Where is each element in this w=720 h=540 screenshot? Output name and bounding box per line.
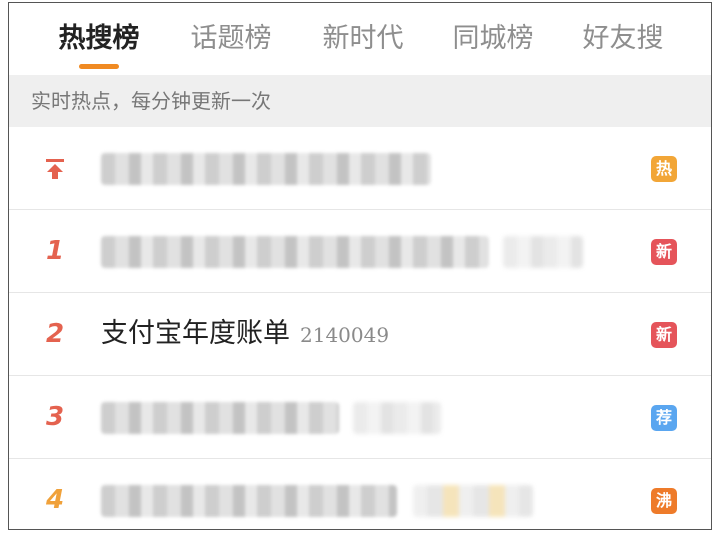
list-item[interactable]: 4 沸	[9, 459, 711, 529]
hot-search-panel: 热搜榜 话题榜 新时代 同城榜 好友搜 实时热点，每分钟更新一次 热 1 新 2…	[8, 2, 712, 530]
blurred-count	[413, 485, 533, 517]
item-title-line: 支付宝年度账单 2140049	[101, 293, 389, 375]
blurred-count	[503, 236, 583, 268]
tab-topics[interactable]: 话题榜	[171, 3, 291, 75]
tab-bar: 热搜榜 话题榜 新时代 同城榜 好友搜	[9, 3, 711, 75]
active-tab-indicator	[79, 64, 119, 69]
tab-label: 热搜榜	[58, 23, 140, 54]
blurred-title	[101, 485, 397, 517]
update-info-bar: 实时热点，每分钟更新一次	[9, 75, 711, 127]
tab-friends[interactable]: 好友搜	[563, 3, 683, 75]
pin-top-icon	[46, 159, 64, 179]
recommended-badge: 荐	[651, 405, 677, 431]
rank-number: 1	[45, 236, 65, 266]
rank-number: 3	[45, 402, 65, 432]
list-item-pinned[interactable]: 热	[9, 127, 711, 210]
blurred-title	[101, 153, 431, 185]
tab-hot-search[interactable]: 热搜榜	[39, 3, 159, 75]
tab-label: 新时代	[322, 23, 404, 54]
blurred-count	[353, 402, 441, 434]
new-badge: 新	[651, 322, 677, 348]
item-title: 支付宝年度账单	[101, 318, 290, 349]
rank-number: 4	[45, 485, 65, 515]
tab-label: 话题榜	[190, 23, 272, 54]
tab-label: 好友搜	[582, 23, 664, 54]
tab-new-era[interactable]: 新时代	[303, 3, 423, 75]
boiling-badge: 沸	[651, 488, 677, 514]
new-badge: 新	[651, 239, 677, 265]
search-count: 2140049	[300, 323, 390, 347]
rank-number: 2	[45, 319, 65, 349]
tab-local[interactable]: 同城榜	[433, 3, 553, 75]
hot-badge: 热	[651, 156, 677, 182]
list-item[interactable]: 1 新	[9, 210, 711, 293]
tab-label: 同城榜	[452, 23, 534, 54]
blurred-title	[101, 236, 489, 268]
list-item[interactable]: 2 支付宝年度账单 2140049 新	[9, 293, 711, 376]
blurred-title	[101, 402, 339, 434]
list-item[interactable]: 3 荐	[9, 376, 711, 459]
hot-search-list: 热 1 新 2 支付宝年度账单 2140049 新 3 荐 4 沸	[9, 127, 711, 529]
